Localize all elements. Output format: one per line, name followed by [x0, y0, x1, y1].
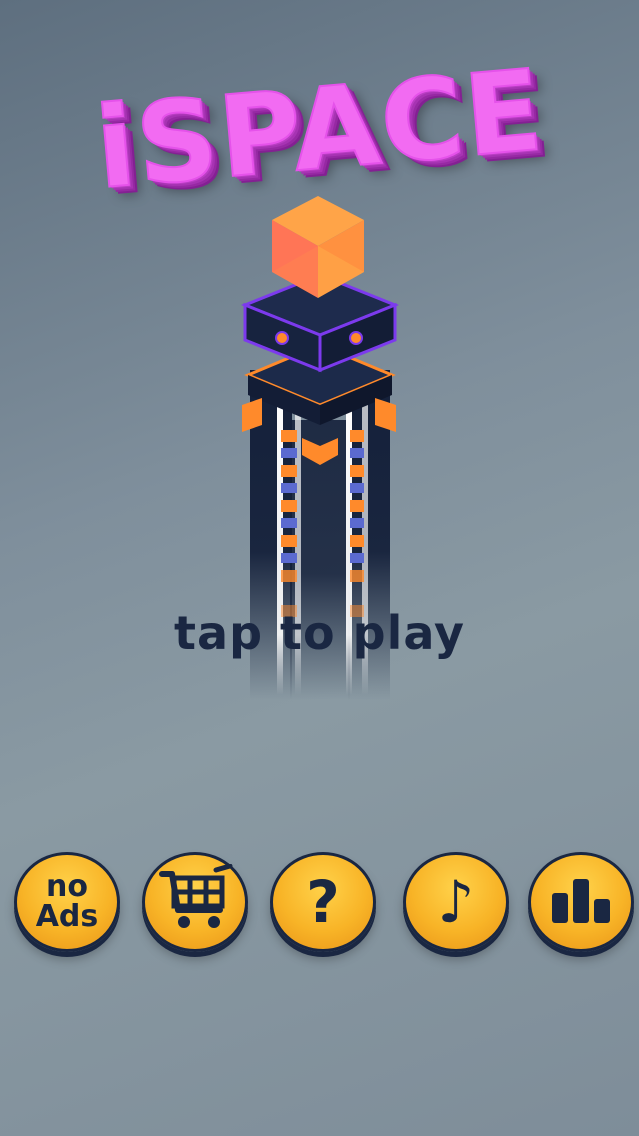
no-ads-button[interactable]: no Ads — [14, 852, 120, 952]
tap-to-play-prompt[interactable]: tap to play — [0, 606, 639, 660]
bar-chart-icon — [550, 877, 612, 927]
cube — [272, 196, 364, 298]
music-note-icon: ♪ — [437, 868, 475, 936]
music-button[interactable]: ♪ — [403, 852, 509, 952]
shopping-cart-icon — [156, 863, 234, 940]
leaderboard-button[interactable] — [528, 852, 634, 952]
game-screen[interactable]: iSPACE tap to play no Ads ? ♪ — [0, 0, 639, 1136]
shop-button[interactable] — [142, 852, 248, 952]
no-ads-line2: Ads — [35, 899, 99, 934]
help-button[interactable]: ? — [270, 852, 376, 952]
question-mark-icon: ? — [306, 868, 340, 936]
menu-button-row: no Ads ? ♪ — [0, 852, 639, 962]
no-ads-line1: no — [46, 869, 88, 904]
no-ads-label: no Ads — [36, 872, 99, 932]
